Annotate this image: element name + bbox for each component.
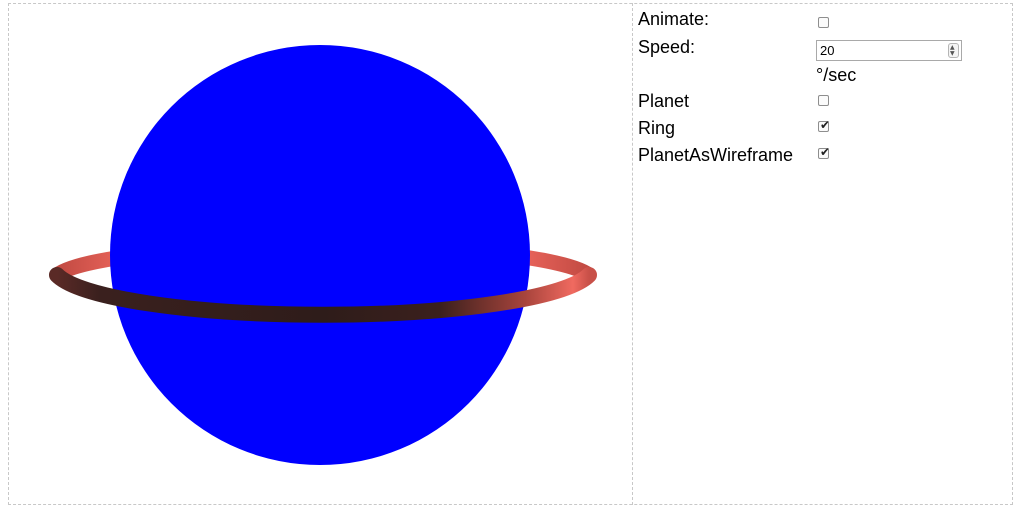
- speed-stepper[interactable]: ▲ ▼: [816, 40, 962, 61]
- speed-label: Speed:: [638, 37, 696, 57]
- 3d-viewport[interactable]: [8, 3, 633, 505]
- checkmark-icon: ✔: [820, 118, 831, 132]
- wireframe-checkbox[interactable]: ✔: [818, 145, 831, 159]
- animate-checkbox[interactable]: [818, 17, 829, 28]
- planet-checkbox[interactable]: [818, 95, 829, 106]
- planet-sphere: [110, 45, 530, 465]
- wireframe-label: PlanetAsWireframe: [638, 145, 794, 165]
- planet-label: Planet: [638, 91, 690, 111]
- animate-label: Animate:: [638, 9, 710, 29]
- ring-label: Ring: [638, 118, 676, 138]
- stepper-down-icon[interactable]: ▼: [950, 51, 955, 57]
- scene-canvas: [49, 45, 597, 465]
- speed-unit: °/sec: [816, 65, 857, 85]
- ring-checkbox[interactable]: ✔: [818, 118, 831, 132]
- checkmark-icon: ✔: [820, 145, 831, 159]
- speed-input[interactable]: [817, 41, 943, 60]
- stepper-arrows[interactable]: ▲ ▼: [948, 43, 959, 58]
- controls-panel: Animate: Speed: ▲ ▼ °/sec Planet Ring ✔ …: [634, 3, 1013, 505]
